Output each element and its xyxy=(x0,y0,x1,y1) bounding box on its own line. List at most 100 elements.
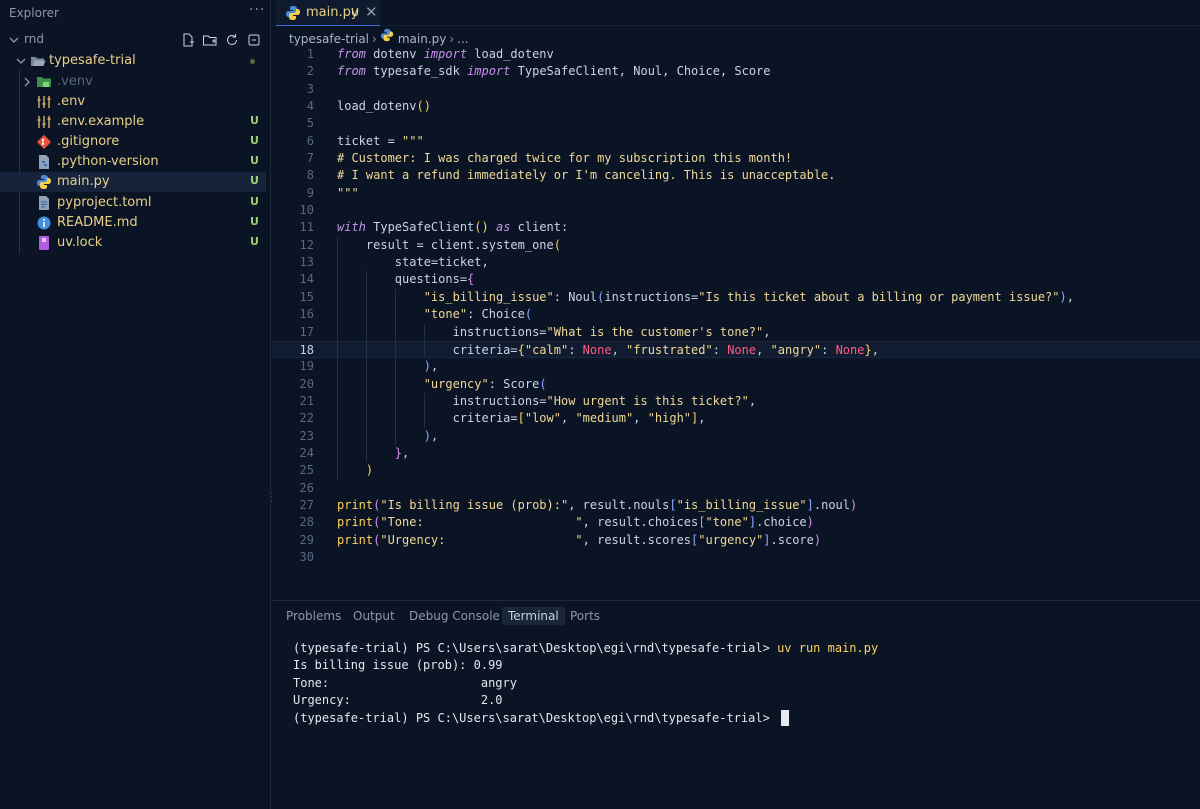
code-line[interactable]: 8 # I want a refund immediately or I'm ca… xyxy=(272,167,1200,184)
code-line[interactable]: 10 xyxy=(272,202,1200,219)
tree-item-readme[interactable]: README.md U xyxy=(0,213,266,233)
code-text: criteria=["low", "medium", "high"], xyxy=(337,410,706,427)
modified-dot xyxy=(250,59,255,64)
code-line[interactable]: 3 xyxy=(272,81,1200,98)
code-line[interactable]: 5 xyxy=(272,115,1200,132)
code-line[interactable]: 30 xyxy=(272,549,1200,566)
refresh-icon[interactable] xyxy=(224,32,240,48)
code-line[interactable]: 20 "urgency": Score( xyxy=(272,375,1200,393)
code-line[interactable]: 6 ticket = """ xyxy=(272,133,1200,150)
line-number: 11 xyxy=(299,220,314,235)
code-token: ) xyxy=(813,532,822,547)
code-line[interactable]: 23 ), xyxy=(272,427,1200,445)
tree-item-env-example[interactable]: .env.example U xyxy=(0,112,266,132)
line-number: 19 xyxy=(299,359,314,374)
code-line[interactable]: 17 instructions="What is the customer's … xyxy=(272,323,1200,341)
code-token: "tone" xyxy=(705,515,749,530)
breadcrumb-symbol[interactable]: ... xyxy=(457,32,468,46)
tree-item-env[interactable]: .env xyxy=(0,92,266,112)
code-line[interactable]: 14 questions={ xyxy=(272,271,1200,289)
code-token: "medium" xyxy=(575,411,634,426)
code-line[interactable]: 7 # Customer: I was charged twice for my … xyxy=(272,150,1200,167)
close-icon[interactable]: ✕ xyxy=(365,3,378,21)
code-editor[interactable]: 1 from dotenv import load_dotenv 2 from typ… xyxy=(272,46,1200,566)
code-text: # I want a refund immediately or I'm can… xyxy=(337,167,836,184)
breadcrumb-folder[interactable]: typesafe-trial xyxy=(289,32,369,46)
code-token: () xyxy=(416,99,431,114)
tab-ports[interactable]: Ports xyxy=(570,609,600,623)
tree-item-pyproject[interactable]: pyproject.toml U xyxy=(0,193,266,213)
folder-typesafe-trial[interactable]: typesafe-trial xyxy=(0,51,266,71)
chevron-right-icon: › xyxy=(449,31,455,46)
new-file-icon[interactable] xyxy=(180,32,196,48)
tree-item-main-py[interactable]: main.py U xyxy=(0,172,266,192)
code-token: None xyxy=(727,342,757,357)
code-line[interactable]: 27 print("Is billing issue (prob):", resu… xyxy=(272,497,1200,514)
code-line[interactable]: 1 from dotenv import load_dotenv xyxy=(272,46,1200,63)
file-name: .env xyxy=(57,94,86,109)
git-icon xyxy=(36,134,52,150)
code-line[interactable]: 28 print("Tone: ", result.choices["tone"]… xyxy=(272,514,1200,531)
tab-debug-console[interactable]: Debug Console xyxy=(409,609,500,623)
tab-terminal[interactable]: Terminal xyxy=(502,607,565,625)
code-token: # I want a refund immediately or I'm can… xyxy=(337,168,836,183)
code-text: }, xyxy=(337,445,409,462)
code-line[interactable]: 18 criteria={"calm": None, "frustrated":… xyxy=(272,340,1200,359)
tab-output[interactable]: Output xyxy=(353,609,395,623)
code-token: "urgency" xyxy=(423,376,489,391)
code-line[interactable]: 12 result = client.system_one( xyxy=(272,236,1200,255)
explorer-title: Explorer xyxy=(9,6,59,20)
lock-file-icon xyxy=(39,236,49,250)
code-token: ) xyxy=(423,359,431,374)
code-token: , xyxy=(611,342,627,357)
code-token: [ xyxy=(517,411,525,426)
env-settings-icon xyxy=(37,96,51,108)
file-name: .venv xyxy=(57,74,93,89)
code-line[interactable]: 25 ) xyxy=(272,462,1200,480)
tab-problems[interactable]: Problems xyxy=(286,609,341,623)
file-name: main.py xyxy=(57,174,110,189)
code-line[interactable]: 24 }, xyxy=(272,444,1200,463)
code-text: print("Is billing issue (prob):", result… xyxy=(337,497,857,514)
code-text: ticket = """ xyxy=(337,133,424,150)
code-text: load_dotenv() xyxy=(337,98,431,115)
terminal[interactable]: (typesafe-trial) PS C:\Users\sarat\Deskt… xyxy=(293,640,878,727)
code-line[interactable]: 13 state=ticket, xyxy=(272,254,1200,272)
bottom-panel: Problems Output Debug Console Terminal P… xyxy=(272,600,1200,809)
git-status-badge: U xyxy=(250,154,259,167)
code-text: "is_billing_issue": Noul(instructions="I… xyxy=(337,289,1074,306)
tree-item-uv-lock[interactable]: uv.lock U xyxy=(0,233,266,253)
line-number: 14 xyxy=(299,272,314,287)
tab-main-py[interactable]: main.py U ✕ xyxy=(276,0,380,26)
code-line[interactable]: 11 with TypeSafeClient() as client: xyxy=(272,219,1200,236)
tree-item-gitignore[interactable]: .gitignore U xyxy=(0,132,266,152)
code-line[interactable]: 19 ), xyxy=(272,358,1200,376)
code-token: dotenv xyxy=(365,47,424,61)
tree-item-python-version[interactable]: .python-version U xyxy=(0,152,266,172)
new-folder-icon[interactable] xyxy=(202,32,218,48)
code-line[interactable]: 9 """ xyxy=(272,185,1200,202)
breadcrumb-file[interactable]: main.py xyxy=(398,32,447,46)
code-line[interactable]: 16 "tone": Choice( xyxy=(272,306,1200,324)
workspace-root[interactable]: rnd xyxy=(0,30,271,50)
code-line[interactable]: 29 print("Urgency: ", result.scores["urge… xyxy=(272,532,1200,549)
code-line[interactable]: 4 load_dotenv() xyxy=(272,98,1200,115)
code-text: ), xyxy=(337,358,438,375)
code-line[interactable]: 26 xyxy=(272,480,1200,497)
code-token: criteria= xyxy=(337,411,518,426)
code-text: """ xyxy=(337,185,359,202)
code-line[interactable]: 22 criteria=["low", "medium", "high"], xyxy=(272,410,1200,428)
tree-item-venv[interactable]: .venv xyxy=(0,72,266,92)
code-line[interactable]: 21 instructions="How urgent is this tick… xyxy=(272,392,1200,411)
collapse-all-icon[interactable] xyxy=(246,32,262,48)
more-actions-icon[interactable]: ··· xyxy=(249,2,265,18)
code-token: } xyxy=(394,445,403,460)
code-line[interactable]: 15 "is_billing_issue": Noul(instructions… xyxy=(272,288,1200,307)
code-line[interactable]: 2 from typesafe_sdk import TypeSafeClient… xyxy=(272,63,1200,80)
python-icon xyxy=(380,28,393,42)
code-token: , xyxy=(698,411,706,426)
line-number: 23 xyxy=(299,428,314,443)
code-text: ), xyxy=(337,428,438,445)
